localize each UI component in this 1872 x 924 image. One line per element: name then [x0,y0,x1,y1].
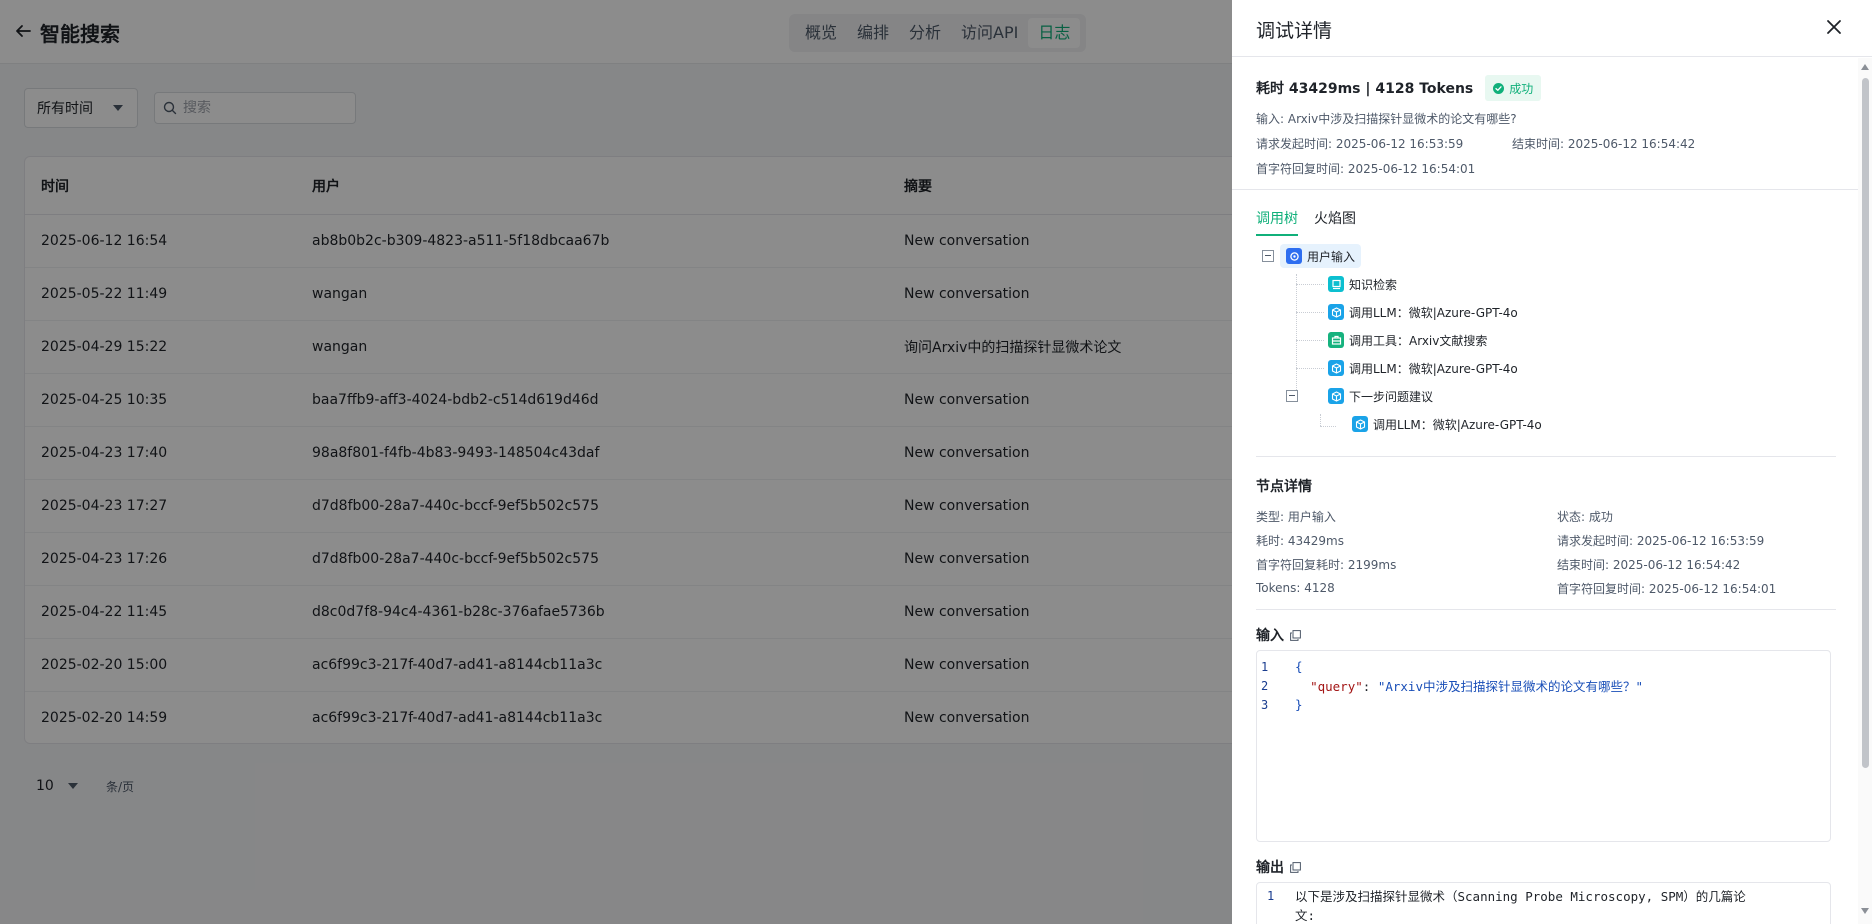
code-key: "query" [1310,679,1363,694]
scrollbar-thumb[interactable] [1862,78,1869,768]
node-detail-first-reply-time: 首字符回复时间: 2025-06-12 16:54:01 [1557,581,1777,596]
summary-first-reply-time: 首字符回复时间: 2025-06-12 16:54:01 [1256,162,1476,176]
tree-node-label: 用户输入 [1307,249,1356,264]
check-circle-icon [1493,82,1505,94]
knowledge-retrieval-icon [1328,276,1344,292]
input-code-editor[interactable]: 1 { 2 "query": "Arxiv中涉及扫描探针显微术的论文有哪些？" 3… [1256,650,1831,842]
node-detail-first-reply-cost: 首字符回复耗时: 2199ms [1256,557,1397,572]
tree-node[interactable]: 调用工具：Arxiv文献搜索 [1328,328,1487,352]
llm-cube-icon [1352,416,1368,432]
status-text: 成功 [1509,81,1534,96]
node-detail-duration: 耗时: 43429ms [1256,533,1344,548]
cost-summary: 耗时 43429ms | 4128 Tokens [1256,81,1474,97]
line-number: 2 [1261,678,1269,693]
tree-node-label: 调用LLM：微软|Azure-GPT-4o [1349,305,1518,320]
tree-node-label: 调用工具：Arxiv文献搜索 [1349,333,1488,348]
tree-node[interactable]: 调用LLM：微软|Azure-GPT-4o [1352,412,1542,436]
code-brace-open: { [1295,659,1303,674]
collapse-toggle[interactable] [1286,390,1298,402]
scroll-up-arrow-icon[interactable] [1861,64,1869,70]
tree-node[interactable]: 下一步问题建议 [1328,384,1433,408]
tab-call-tree[interactable]: 调用树 [1256,208,1298,236]
tree-node[interactable]: 调用LLM：微软|Azure-GPT-4o [1328,356,1518,380]
tool-icon [1328,332,1344,348]
llm-cube-icon [1328,360,1344,376]
code-value: "Arxiv中涉及扫描探针显微术的论文有哪些？" [1377,679,1643,694]
output-line: 以下是涉及扫描探针显微术（Scanning Probe Microscopy, … [1295,889,1746,904]
divider [1256,609,1836,610]
tree-connector [1296,312,1324,313]
tree-node-label: 调用LLM：微软|Azure-GPT-4o [1349,361,1518,376]
input-label: 输入 [1256,628,1284,644]
llm-cube-icon [1328,388,1344,404]
tree-node[interactable]: 调用LLM：微软|Azure-GPT-4o [1328,300,1518,324]
tree-node[interactable]: 知识检索 [1328,272,1397,296]
node-detail-grid: 类型: 用户输入 状态: 成功 耗时: 43429ms 请求发起时间: 2025… [1256,504,1836,600]
line-number: 1 [1267,888,1275,903]
output-section-label: 输出 [1256,857,1301,877]
divider [1256,456,1836,457]
debug-summary: 耗时 43429ms | 4128 Tokens 成功 输入: Arxiv中涉及… [1256,74,1836,177]
scroll-down-arrow-icon[interactable] [1861,908,1869,914]
node-detail-title: 节点详情 [1256,479,1312,495]
drawer-header: 调试详情 [1232,0,1872,57]
summary-request-time: 请求发起时间: 2025-06-12 16:53:59 [1256,137,1464,151]
call-tree: 用户输入知识检索调用LLM：微软|Azure-GPT-4o 调用工具：Arxiv文… [1256,244,1816,440]
output-label: 输出 [1256,860,1284,876]
close-icon[interactable] [1826,19,1842,35]
copy-icon[interactable] [1290,861,1301,873]
collapse-toggle[interactable] [1262,250,1274,262]
tree-node-label: 下一步问题建议 [1349,389,1434,404]
llm-cube-icon [1328,304,1344,320]
tree-connector [1320,414,1321,426]
output-code-editor[interactable]: 1 以下是涉及扫描探针显微术（Scanning Probe Microscopy,… [1256,882,1831,924]
divider [1232,189,1858,190]
summary-end-time: 结束时间: 2025-06-12 16:54:42 [1512,137,1696,151]
copy-icon[interactable] [1290,629,1301,641]
node-detail-tokens: Tokens: 4128 [1256,581,1335,595]
view-tabs: 调用树 火焰图 [1256,208,1372,236]
node-detail-end-time: 结束时间: 2025-06-12 16:54:42 [1557,557,1741,572]
line-number: 3 [1261,697,1269,712]
tree-connector [1296,284,1324,285]
tree-connector [1320,426,1336,427]
tree-connector [1296,368,1324,369]
node-detail-request-time: 请求发起时间: 2025-06-12 16:53:59 [1557,533,1765,548]
input-section-label: 输入 [1256,625,1301,645]
modal-mask[interactable] [0,0,1232,924]
drawer-title: 调试详情 [1256,20,1333,42]
tree-connector [1296,274,1297,392]
tree-node-label: 调用LLM：微软|Azure-GPT-4o [1373,417,1542,432]
node-detail-status: 状态: 成功 [1557,509,1613,524]
tree-node-label: 知识检索 [1349,277,1398,292]
summary-input: 输入: Arxiv中涉及扫描探针显微术的论文有哪些? [1256,112,1517,126]
user-input-icon [1286,248,1302,264]
node-detail-type: 类型: 用户输入 [1256,509,1336,524]
line-number: 1 [1261,659,1269,674]
tree-node[interactable]: 用户输入 [1280,244,1362,268]
output-line-wrap: 文: [1295,908,1316,923]
tree-connector [1296,340,1324,341]
tab-flame-graph[interactable]: 火焰图 [1314,208,1356,236]
status-badge: 成功 [1485,75,1542,101]
code-colon: : [1362,679,1378,694]
debug-detail-drawer: 调试详情 耗时 43429ms | 4128 Tokens 成功 输入: Arx… [1232,0,1872,924]
code-brace-close: } [1295,697,1303,712]
